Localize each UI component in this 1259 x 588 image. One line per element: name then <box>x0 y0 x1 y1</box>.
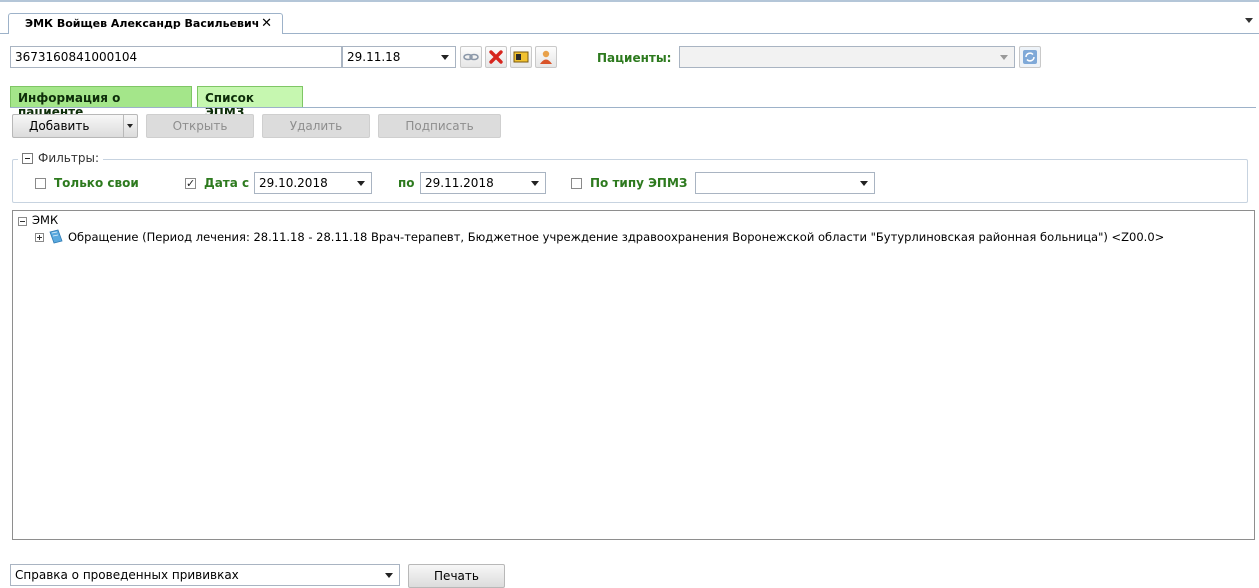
date-to-value: 29.11.2018 <box>425 176 494 190</box>
date-to-label: по <box>398 176 415 190</box>
delete-patient-button[interactable] <box>485 46 507 68</box>
collapse-tree-icon[interactable] <box>18 217 27 226</box>
chevron-down-icon[interactable] <box>527 173 543 193</box>
id-card-icon <box>513 51 529 63</box>
card-number-field[interactable]: 3673160841000104 <box>10 46 342 68</box>
filters-legend-label: Фильтры: <box>38 151 99 165</box>
sign-button[interactable]: Подписать <box>378 114 501 138</box>
document-icon <box>49 229 63 244</box>
date-from-label: Дата с <box>204 176 250 190</box>
document-tab-strip: ЭМК Войщев Александр Васильевич ✕ <box>0 0 1259 34</box>
person-icon <box>540 50 552 64</box>
chevron-down-icon[interactable] <box>381 565 397 585</box>
patients-label: Пациенты: <box>597 51 672 65</box>
by-type-checkbox[interactable] <box>571 178 582 189</box>
emk-tree[interactable]: ЭМК Обращение (Период лечения: 28.11.18 … <box>12 210 1255 540</box>
tab-patient-info[interactable]: Информация о пациенте <box>10 86 192 119</box>
document-tab-title: ЭМК Войщев Александр Васильевич <box>25 17 260 30</box>
refresh-button[interactable] <box>1019 46 1041 68</box>
open-button[interactable]: Открыть <box>146 114 254 138</box>
date-from-checkbox[interactable]: ✓ <box>185 178 196 189</box>
filters-legend[interactable]: Фильтры: <box>18 151 103 165</box>
report-combo-value: Справка о проведенных прививках <box>15 568 239 582</box>
card-button[interactable] <box>510 46 532 68</box>
link-button[interactable] <box>460 46 482 68</box>
date-from-value: 29.10.2018 <box>259 176 328 190</box>
red-cross-icon <box>489 50 503 64</box>
delete-button[interactable]: Удалить <box>262 114 370 138</box>
tab-epmz-list[interactable]: Список ЭПМЗ <box>197 86 303 119</box>
collapse-icon[interactable] <box>22 152 33 164</box>
chevron-down-icon[interactable] <box>353 173 369 193</box>
tree-root-label[interactable]: ЭМК <box>32 213 58 227</box>
patients-combo[interactable] <box>679 46 1015 68</box>
tree-item-appeal[interactable]: Обращение (Период лечения: 28.11.18 - 28… <box>68 230 1164 244</box>
only-own-checkbox[interactable] <box>35 178 46 189</box>
epmz-type-combo[interactable] <box>695 172 875 194</box>
print-button[interactable]: Печать <box>408 564 505 588</box>
split-divider <box>123 115 124 137</box>
chevron-down-icon[interactable] <box>856 173 872 193</box>
close-tab-icon[interactable]: ✕ <box>261 16 272 31</box>
chevron-down-icon[interactable] <box>127 124 133 128</box>
refresh-icon <box>1023 50 1037 64</box>
add-button[interactable]: Добавить <box>12 114 138 138</box>
date-from-combo[interactable]: 29.10.2018 <box>254 172 372 194</box>
date-combo-value: 29.11.18 <box>347 50 401 64</box>
tab-panel-border <box>10 107 1256 108</box>
report-combo[interactable]: Справка о проведенных прививках <box>10 564 400 586</box>
only-own-label: Только свои <box>54 176 139 190</box>
chevron-down-icon[interactable] <box>437 47 453 67</box>
tab-list-dropdown-icon[interactable] <box>1245 18 1253 23</box>
person-button[interactable] <box>535 46 557 68</box>
add-button-label: Добавить <box>29 119 90 133</box>
document-tab-emk[interactable]: ЭМК Войщев Александр Васильевич ✕ <box>8 13 283 34</box>
link-icon <box>463 53 479 61</box>
by-type-label: По типу ЭПМЗ <box>590 176 688 190</box>
expand-tree-icon[interactable] <box>35 233 44 242</box>
chevron-down-icon[interactable] <box>996 47 1012 67</box>
date-to-combo[interactable]: 29.11.2018 <box>420 172 546 194</box>
date-combo[interactable]: 29.11.18 <box>342 46 456 68</box>
